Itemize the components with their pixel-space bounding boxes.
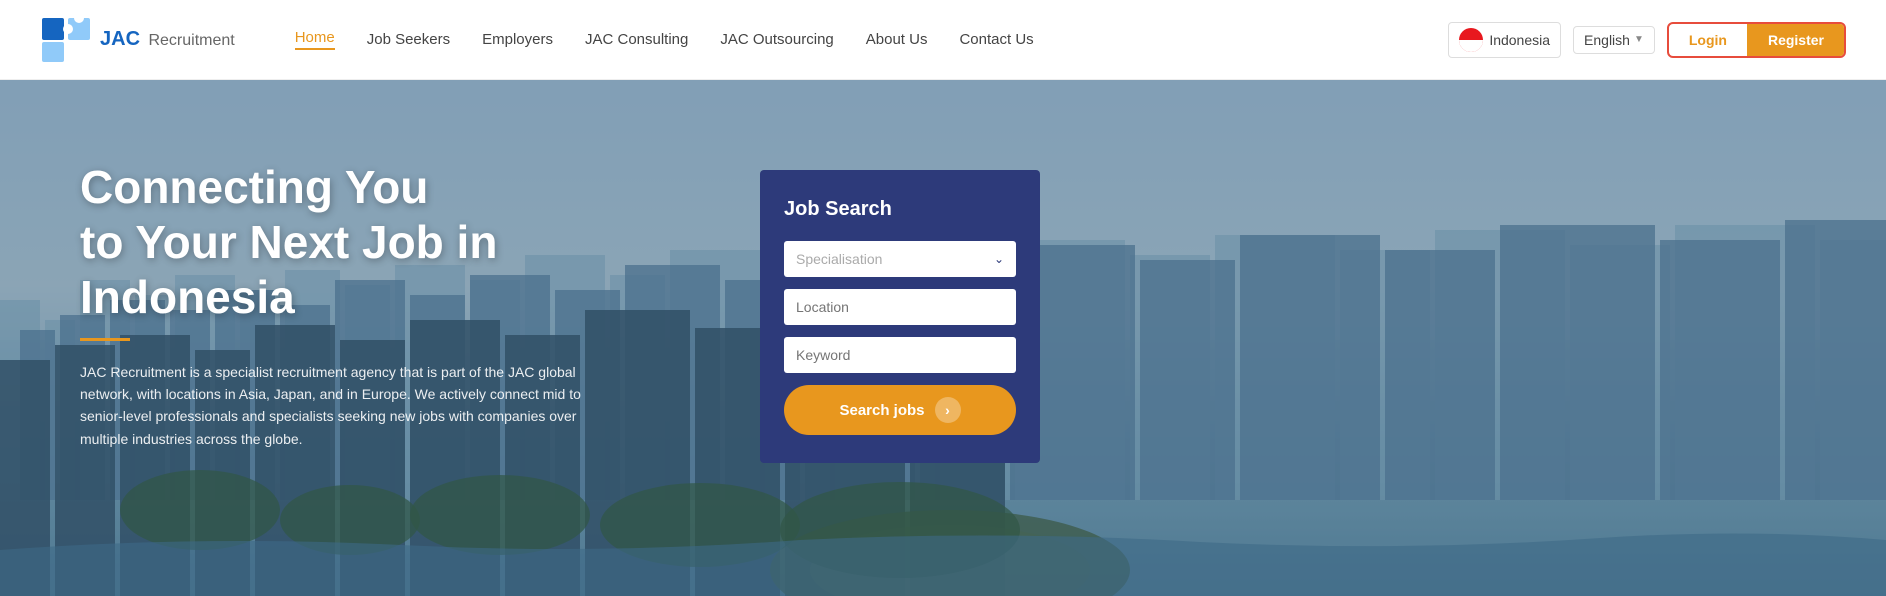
logo-icon (40, 16, 92, 64)
search-jobs-label: Search jobs (839, 402, 924, 419)
nav-contact-us[interactable]: Contact Us (959, 31, 1033, 48)
auth-buttons: Login Register (1667, 22, 1846, 58)
search-jobs-button[interactable]: Search jobs › (784, 385, 1016, 435)
country-selector[interactable]: Indonesia (1448, 22, 1561, 58)
nav-home[interactable]: Home (295, 29, 335, 50)
nav-jac-consulting[interactable]: JAC Consulting (585, 31, 688, 48)
hero-content: Connecting You to Your Next Job in Indon… (0, 80, 1886, 596)
chevron-down-icon: ⌄ (994, 252, 1004, 266)
hero-title: Connecting You to Your Next Job in Indon… (80, 160, 700, 326)
location-field[interactable] (784, 289, 1016, 325)
nav-about-us[interactable]: About Us (866, 31, 928, 48)
language-label: English (1584, 32, 1630, 48)
register-button[interactable]: Register (1748, 24, 1844, 56)
nav-right: Indonesia English ▼ Login Register (1448, 22, 1846, 58)
hero-description: JAC Recruitment is a specialist recruitm… (80, 361, 610, 451)
hero-section: Connecting You to Your Next Job in Indon… (0, 80, 1886, 596)
keyword-input[interactable] (796, 347, 1004, 363)
job-search-title: Job Search (784, 198, 1016, 221)
language-selector[interactable]: English ▼ (1573, 26, 1655, 54)
login-button[interactable]: Login (1669, 24, 1748, 56)
nav-jac-outsourcing[interactable]: JAC Outsourcing (720, 31, 833, 48)
nav-employers[interactable]: Employers (482, 31, 553, 48)
indonesia-flag-icon (1459, 28, 1483, 52)
logo-text: JAC Recruitment (100, 28, 235, 51)
hero-text-area: Connecting You to Your Next Job in Indon… (80, 140, 700, 450)
logo[interactable]: JAC Recruitment (40, 16, 235, 64)
location-input[interactable] (796, 299, 1004, 315)
nav-links: Home Job Seekers Employers JAC Consultin… (295, 29, 1449, 50)
navbar: JAC Recruitment Home Job Seekers Employe… (0, 0, 1886, 80)
hero-title-underline (80, 338, 130, 341)
specialisation-placeholder: Specialisation (796, 251, 882, 267)
country-label: Indonesia (1489, 32, 1550, 48)
job-search-box: Job Search Specialisation ⌄ Search jobs … (760, 170, 1040, 463)
specialisation-dropdown[interactable]: Specialisation ⌄ (784, 241, 1016, 277)
chevron-down-icon: ▼ (1634, 34, 1644, 45)
search-arrow-icon: › (935, 397, 961, 423)
keyword-field[interactable] (784, 337, 1016, 373)
nav-job-seekers[interactable]: Job Seekers (367, 31, 450, 48)
